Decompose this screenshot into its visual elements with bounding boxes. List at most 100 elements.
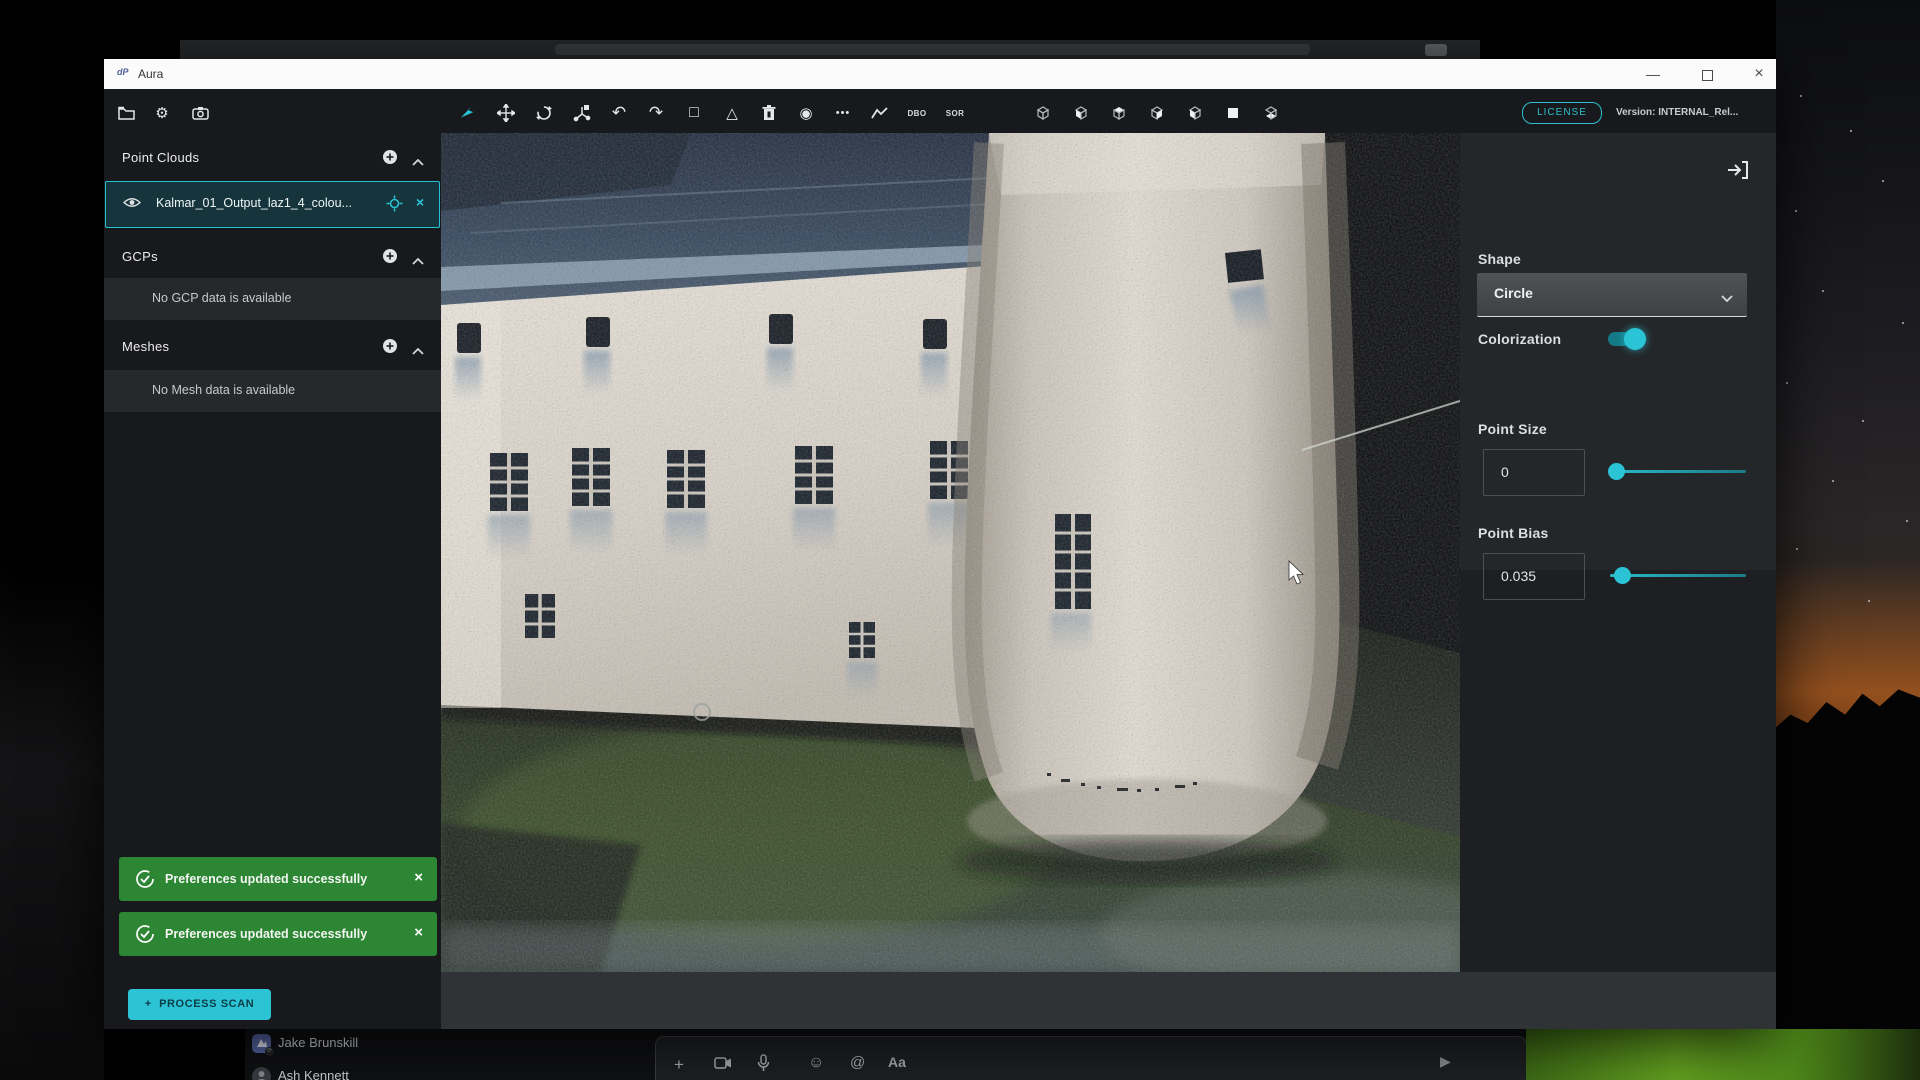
view-cube-front-icon[interactable] [1067,100,1095,126]
delete-trash-icon[interactable] [755,100,783,126]
point-size-slider[interactable] [1610,470,1746,473]
emoji-icon[interactable]: ☺ [808,1054,824,1072]
point-cloud-list-item[interactable]: Kalmar_01_Output_laz1_4_colou... × [105,181,440,228]
shape-dropdown[interactable]: Circle [1477,273,1747,317]
pan-move-icon[interactable] [492,100,520,126]
redo-icon[interactable]: ↷ [642,100,670,126]
point-bias-slider-knob[interactable] [1614,567,1631,584]
point-bias-label: Point Bias [1478,525,1548,541]
settings-gear-icon[interactable]: ⚙ [148,100,176,126]
shape-label: Shape [1478,251,1521,267]
avatar[interactable]: ⟳ [252,1034,271,1053]
toast-close-icon[interactable]: × [414,924,423,941]
app-logo-icon: dP [117,67,129,77]
view-cube-back-icon[interactable] [1219,100,1247,126]
view-cube-right-icon[interactable] [1143,100,1171,126]
point-cloud-item-label: Kalmar_01_Output_laz1_4_colou... [156,196,352,210]
section-title: Meshes [122,339,169,354]
background-window-tab [1425,44,1447,56]
colorization-toggle[interactable] [1608,332,1642,346]
empty-state-text: No GCP data is available [152,291,291,305]
orbit-rotate-icon[interactable] [530,100,558,126]
viewport-bottom-strip [441,972,1776,1029]
chat-member-name: Jake Brunskill [278,1035,358,1050]
desktop-wallpaper-mountains [1776,660,1920,1080]
section-title: GCPs [122,249,158,264]
send-icon[interactable]: ▶ [1440,1053,1451,1070]
license-badge[interactable]: LICENSE [1522,102,1602,124]
text-format-icon[interactable]: Aa [888,1054,906,1070]
background-window-titlebar [180,40,1480,59]
message-input-bar[interactable]: + ☺ @ Aa ▶ [655,1036,1527,1080]
section-header-point-clouds: Point Clouds [104,136,441,180]
open-folder-icon[interactable] [112,100,140,126]
plus-icon: + [145,998,152,1010]
aura-app-window: dP Aura — × ⚙ ↶ ↷ □ △ [104,59,1776,1029]
video-icon[interactable] [714,1056,732,1075]
target-point-icon[interactable]: ◉ [792,100,820,126]
viewport-canvas[interactable] [441,133,1460,972]
view-cube-bottom-icon[interactable] [1257,100,1285,126]
sor-filter-icon[interactable]: SOR [941,100,969,126]
remove-item-icon[interactable]: × [416,194,424,210]
section-header-meshes: Meshes [104,325,441,369]
toast-message: Preferences updated successfully [165,872,367,886]
polyline-measure-icon[interactable] [866,100,894,126]
microphone-icon[interactable] [756,1054,770,1077]
add-mesh-button[interactable] [382,338,398,359]
undo-icon[interactable]: ↶ [605,100,633,126]
collapse-panel-icon[interactable] [1727,160,1749,185]
screen: ⟳ Jake Brunskill Ash Kennett + ☺ @ Aa ▶ [0,0,1920,1080]
mention-icon[interactable]: @ [850,1054,865,1071]
close-button[interactable]: × [1742,59,1776,89]
title-bar: dP Aura — × [104,59,1776,89]
collapse-chevron-icon[interactable] [412,342,424,360]
colorization-label: Colorization [1478,331,1561,347]
toast-notification: Preferences updated successfully × [119,857,437,901]
gcp-empty-row: No GCP data is available [104,278,441,320]
collapse-chevron-icon[interactable] [412,153,424,171]
visibility-eye-icon[interactable] [123,196,141,214]
refresh-badge-icon: ⟳ [265,1047,274,1056]
polygon-select-icon[interactable]: △ [718,100,746,126]
screenshot-camera-icon[interactable] [186,100,214,126]
select-cursor-icon[interactable] [454,100,482,126]
add-point-cloud-button[interactable] [382,149,398,170]
rect-select-icon[interactable]: □ [680,100,708,126]
display-settings-panel: Shape Circle Colorization Point Size 0 P… [1460,133,1776,570]
point-size-slider-knob[interactable] [1608,463,1625,480]
add-gcp-button[interactable] [382,248,398,269]
process-scan-button[interactable]: + PROCESS SCAN [128,989,271,1020]
point-size-value: 0 [1501,464,1509,480]
shape-value: Circle [1494,285,1533,301]
attach-plus-button[interactable]: + [674,1055,684,1075]
avatar[interactable] [252,1067,271,1080]
section-header-gcps: GCPs [104,235,441,279]
dbo-filter-icon[interactable]: DBO [903,100,931,126]
minimize-button[interactable]: — [1636,59,1670,89]
transform-gizmo-icon[interactable] [568,100,596,126]
toast-notification: Preferences updated successfully × [119,912,437,956]
point-bias-value: 0.035 [1501,568,1536,584]
success-check-icon [135,869,155,894]
point-size-label: Point Size [1478,421,1547,437]
toast-close-icon[interactable]: × [414,869,423,886]
chevron-down-icon [1721,290,1733,308]
point-bias-input[interactable]: 0.035 [1483,553,1585,600]
focus-crosshair-icon[interactable] [386,195,403,217]
mesh-empty-row: No Mesh data is available [104,370,441,412]
view-cube-top-icon[interactable] [1105,100,1133,126]
collapse-chevron-icon[interactable] [412,252,424,270]
empty-state-text: No Mesh data is available [152,383,295,397]
point-size-input[interactable]: 0 [1483,449,1585,496]
toast-message: Preferences updated successfully [165,927,367,941]
maximize-button[interactable] [1690,59,1724,89]
success-check-icon [135,924,155,949]
desktop-wallpaper-grass [1526,1029,1920,1080]
point-bias-slider[interactable] [1610,574,1746,577]
view-cube-left-icon[interactable] [1181,100,1209,126]
more-ellipsis-icon[interactable]: ••• [829,100,857,126]
right-panel-lower [1460,570,1776,972]
view-cube-wireframe-icon[interactable] [1029,100,1057,126]
version-text: Version: INTERNAL_Rel... [1616,107,1738,118]
